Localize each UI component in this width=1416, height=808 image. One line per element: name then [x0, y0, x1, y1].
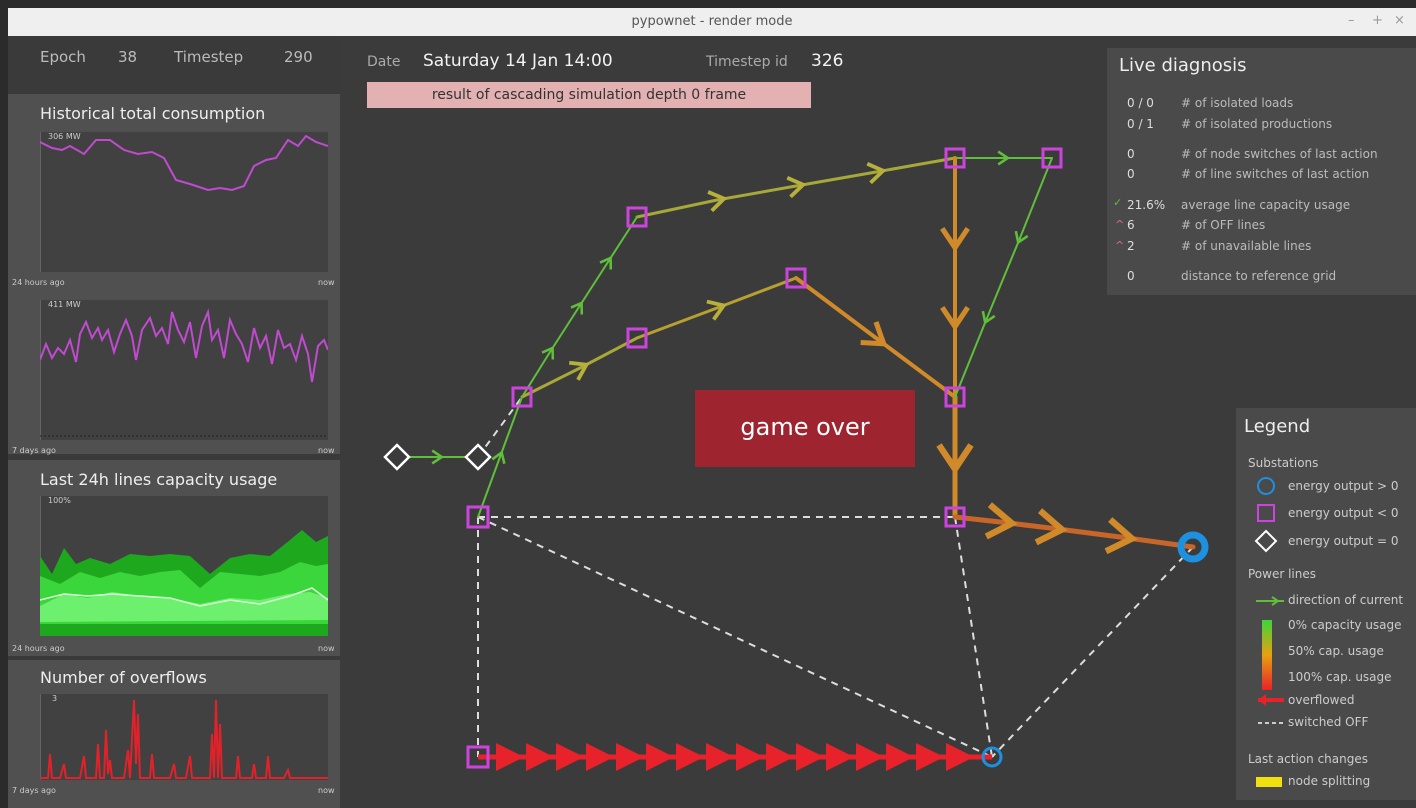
diag-value-line-switches: 0	[1127, 167, 1135, 181]
node-splitting-swatch	[1256, 777, 1282, 787]
diamond-icon	[1254, 529, 1278, 553]
diag-label-isolated-loads: # of isolated loads	[1181, 96, 1294, 110]
legend-overflowed: overflowed	[1288, 693, 1355, 707]
diag-value-isolated-loads: 0 / 0	[1127, 96, 1154, 110]
legend-panel: Legend Substations energy output > 0 ene…	[1236, 408, 1416, 800]
legend-title: Legend	[1244, 416, 1311, 437]
legend-cap100: 100% cap. usage	[1288, 670, 1392, 684]
diag-label-distance: distance to reference grid	[1181, 269, 1337, 283]
arrow-icon	[1256, 596, 1284, 606]
active-lines	[396, 150, 1196, 555]
circle-icon	[1257, 477, 1275, 495]
legend-last-action: Last action changes	[1248, 752, 1368, 766]
diag-label-avg-capacity: average line capacity usage	[1181, 198, 1351, 212]
live-diagnosis-panel: Live diagnosis 0 / 0 # of isolated loads…	[1107, 48, 1416, 295]
diagnosis-title: Live diagnosis	[1119, 55, 1247, 76]
caret-up-icon: ^	[1115, 218, 1125, 231]
diag-label-isolated-productions: # of isolated productions	[1181, 117, 1333, 131]
diag-value-isolated-productions: 0 / 1	[1127, 117, 1154, 131]
legend-direction: direction of current	[1288, 593, 1404, 607]
legend-switched-off: switched OFF	[1288, 715, 1369, 729]
legend-power-lines: Power lines	[1248, 567, 1317, 581]
legend-sub-neg: energy output < 0	[1288, 506, 1399, 520]
diag-label-unavailable-lines: # of unavailable lines	[1181, 239, 1312, 253]
game-over-banner: game over	[695, 390, 915, 467]
legend-cap50: 50% cap. usage	[1288, 644, 1384, 658]
check-icon: ✓	[1113, 196, 1123, 209]
capacity-gradient	[1262, 620, 1272, 690]
legend-substations: Substations	[1248, 456, 1319, 470]
legend-cap0: 0% capacity usage	[1288, 618, 1402, 632]
diag-value-avg-capacity: 21.6%	[1127, 198, 1166, 212]
diag-label-line-switches: # of line switches of last action	[1181, 167, 1370, 181]
overflow-arrow-icon	[1258, 694, 1284, 706]
legend-sub-pos: energy output > 0	[1288, 479, 1399, 493]
caret-up-icon: ^	[1115, 239, 1125, 252]
diag-label-off-lines: # of OFF lines	[1181, 218, 1266, 232]
diag-value-off-lines: 6	[1127, 218, 1135, 232]
legend-sub-zero: energy output = 0	[1288, 534, 1399, 548]
diag-value-node-switches: 0	[1127, 147, 1135, 161]
legend-node-splitting: node splitting	[1288, 774, 1371, 788]
square-icon	[1257, 504, 1275, 522]
diag-value-unavailable-lines: 2	[1127, 239, 1135, 253]
dashed-line-icon	[1258, 722, 1284, 724]
diag-value-distance: 0	[1127, 269, 1135, 283]
diag-label-node-switches: # of node switches of last action	[1181, 147, 1378, 161]
